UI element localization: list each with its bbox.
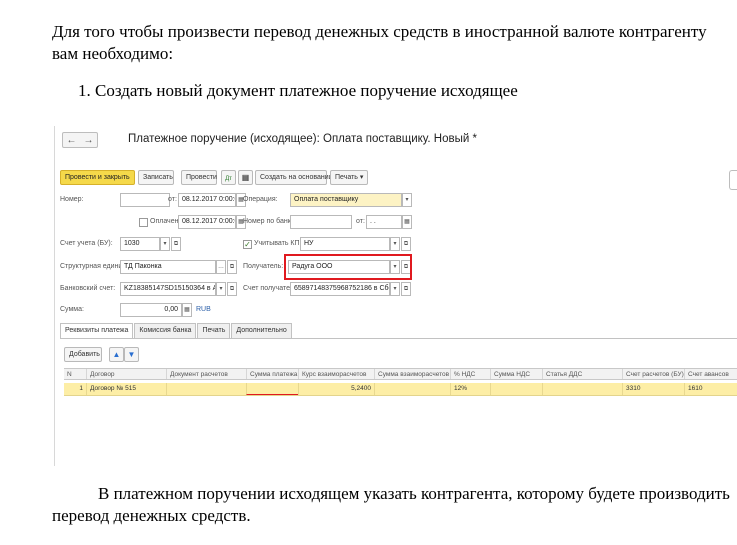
left-border (54, 126, 55, 466)
paid-checkbox[interactable] (139, 218, 148, 227)
cell-settlement-amount[interactable] (374, 383, 450, 395)
dt-kt-icon[interactable]: Дт (221, 170, 236, 185)
cell-contract[interactable]: Договор № 515 (86, 383, 166, 395)
cell-settlement-doc[interactable] (166, 383, 246, 395)
col-contract[interactable]: Договор (86, 369, 166, 379)
structure-icon[interactable]: ▦ (238, 170, 253, 185)
move-down-icon[interactable]: ▼ (124, 347, 139, 362)
col-payment-amount[interactable]: Сумма платежа (246, 369, 298, 379)
col-cash-flow-item[interactable]: Статья ДДС (542, 369, 622, 379)
back-arrow-icon[interactable]: ← (67, 135, 77, 146)
calculator-icon[interactable]: ▦ (182, 303, 192, 317)
bank-calendar-icon[interactable]: ▦ (402, 215, 412, 229)
col-exchange-rate[interactable]: Курс взаиморасчетов (298, 369, 374, 379)
account-dropdown-icon[interactable]: ▾ (160, 237, 170, 251)
bank-account-label: Банковский счет: (60, 285, 116, 292)
tab-additional[interactable]: Дополнительно (231, 323, 292, 338)
kpn-field[interactable]: НУ (300, 237, 390, 251)
col-vat-amount[interactable]: Сумма НДС (490, 369, 542, 379)
bank-account-field[interactable]: KZ18385147SD15150364 в АО "БТА (120, 282, 216, 296)
kpn-dropdown-icon[interactable]: ▾ (390, 237, 400, 251)
step-1-text: 1. Создать новый документ платежное пору… (78, 81, 518, 100)
tab-payment-details[interactable]: Реквизиты платежа (60, 323, 134, 338)
operation-dropdown-icon[interactable]: ▾ (402, 193, 412, 207)
structural-open-icon[interactable]: ⧉ (227, 260, 237, 274)
amount-label: Сумма: (60, 306, 84, 313)
kpn-label: Учитывать КПН (254, 240, 305, 247)
cell-payment-amount[interactable] (246, 383, 298, 395)
tab-divider (60, 338, 737, 339)
paid-date-field[interactable]: 08.12.2017 0:00:00 (178, 215, 236, 229)
create-based-on-button[interactable]: Создать на основании ▾ (255, 170, 338, 185)
form-tabs: Реквизиты платежа Комиссия банка Печать … (60, 323, 293, 338)
structural-unit-field[interactable]: ТД Паконка (120, 260, 216, 274)
post-and-close-button[interactable]: Провести и закрыть (60, 170, 135, 185)
save-button[interactable]: Записать (138, 170, 174, 185)
kpn-open-icon[interactable]: ⧉ (401, 237, 411, 251)
recipient-label: Получатель: (243, 263, 284, 270)
cell-vat-amount[interactable] (490, 383, 542, 395)
recipient-highlight-box (284, 254, 412, 280)
date-field[interactable]: 08.12.2017 0:00:00 (178, 193, 236, 207)
bank-account-open-icon[interactable]: ⧉ (227, 282, 237, 296)
bank-date-label: от: (356, 218, 365, 225)
grid-header: N Договор Документ расчетов Сумма платеж… (64, 368, 737, 380)
outro-paragraph: В платежном поручении исходящем указать … (52, 484, 730, 525)
cell-exchange-rate[interactable]: 5,2400 (298, 383, 374, 395)
bank-date-field[interactable]: . . (366, 215, 402, 229)
currency-label[interactable]: RUB (196, 306, 211, 313)
recipient-account-open-icon[interactable]: ⧉ (401, 282, 411, 296)
forward-arrow-icon[interactable]: → (84, 135, 94, 146)
intro-paragraph: Для того чтобы произвести перевод денежн… (52, 22, 707, 63)
structural-select-icon[interactable]: … (216, 260, 226, 274)
col-settlement-amount[interactable]: Сумма взаиморасчетов (374, 369, 450, 379)
account-open-icon[interactable]: ⧉ (171, 237, 181, 251)
operation-field[interactable]: Оплата поставщику (290, 193, 402, 207)
col-n[interactable]: N (64, 369, 86, 379)
number-label: Номер: (60, 196, 84, 203)
tab-bank-commission[interactable]: Комиссия банка (134, 323, 197, 338)
col-vat-rate[interactable]: % НДС (450, 369, 490, 379)
form-title: Платежное поручение (исходящее): Оплата … (128, 133, 477, 145)
payment-order-screenshot: ← → Платежное поручение (исходящее): Опл… (54, 126, 737, 466)
move-up-icon[interactable]: ▲ (109, 347, 124, 362)
cell-vat-rate[interactable]: 12% (450, 383, 490, 395)
operation-label: Операция: (243, 196, 278, 203)
cell-cash-flow-item[interactable] (542, 383, 622, 395)
print-button[interactable]: Печать ▾ (330, 170, 368, 185)
recipient-account-dropdown-icon[interactable]: ▾ (390, 282, 400, 296)
bank-account-dropdown-icon[interactable]: ▾ (216, 282, 226, 296)
bank-number-label: Номер по банку: (243, 218, 297, 225)
col-settlement-doc[interactable]: Документ расчетов (166, 369, 246, 379)
bank-number-field[interactable] (290, 215, 352, 229)
cell-advance-account[interactable]: 1610 (684, 383, 737, 395)
cell-n[interactable]: 1 (64, 383, 86, 395)
add-row-button[interactable]: Добавить (64, 347, 102, 362)
number-field[interactable] (120, 193, 170, 207)
cell-settlement-account[interactable]: 3310 (622, 383, 684, 395)
tab-print[interactable]: Печать (197, 323, 231, 338)
col-advance-account[interactable]: Счет авансов (684, 369, 737, 379)
col-settlement-account[interactable]: Счет расчетов (БУ) (622, 369, 684, 379)
account-bu-field[interactable]: 1030 (120, 237, 160, 251)
nav-buttons[interactable]: ← → (62, 132, 98, 148)
table-row[interactable]: 1 Договор № 515 5,2400 12% 3310 1610 (64, 383, 737, 396)
amount-field[interactable]: 0,00 (120, 303, 182, 317)
date-label: от: (168, 196, 177, 203)
recipient-account-field[interactable]: 65897148375968752186 в Сбербанк ( (290, 282, 390, 296)
account-bu-label: Счет учета (БУ): (60, 240, 113, 247)
kpn-checkbox[interactable]: ✓ (243, 240, 252, 249)
side-panel-handle[interactable] (729, 170, 737, 190)
post-button[interactable]: Провести (181, 170, 217, 185)
